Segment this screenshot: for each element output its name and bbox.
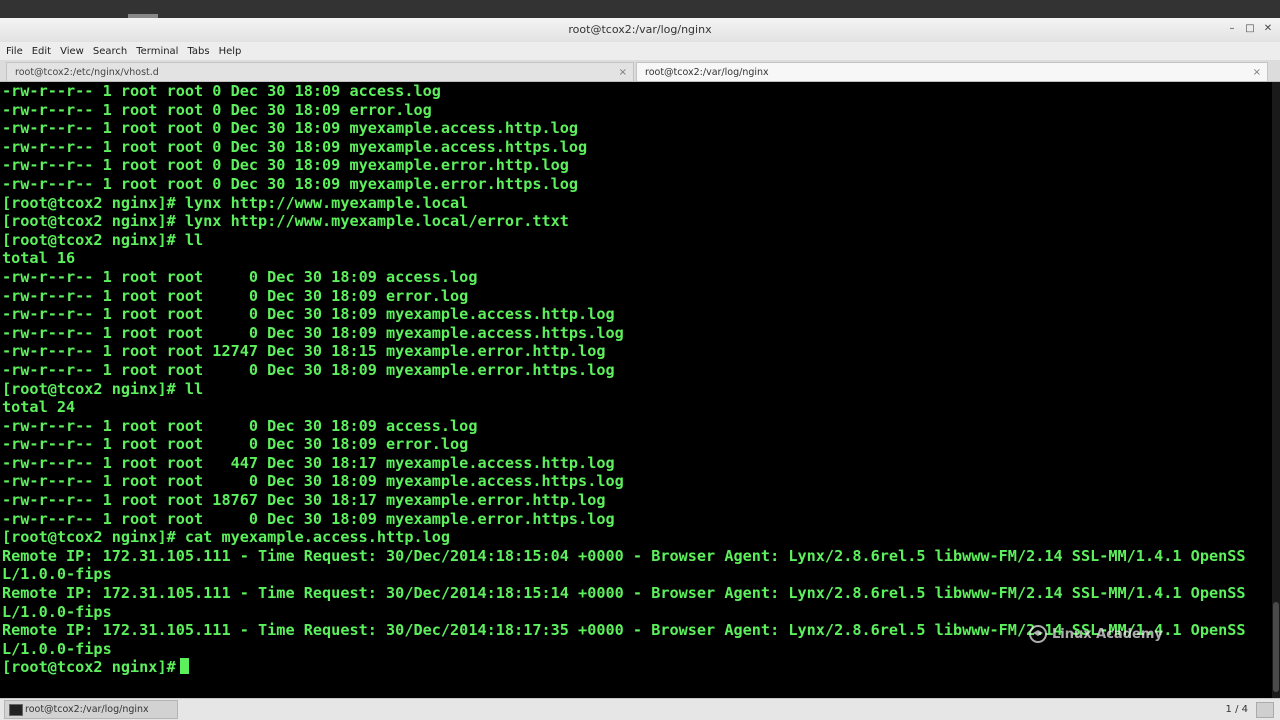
watermark-text: Linux Academy: [1052, 626, 1163, 642]
window-titlebar[interactable]: root@tcox2:/var/log/nginx – □ ✕: [0, 18, 1280, 43]
workspace-indicator[interactable]: 1 / 4: [1226, 699, 1248, 720]
terminal-line: -rw-r--r-- 1 root root 0 Dec 30 18:09 my…: [2, 119, 579, 138]
terminal-line: total 24: [2, 398, 76, 417]
menu-edit[interactable]: Edit: [32, 46, 51, 57]
workspace-switcher[interactable]: [1256, 702, 1274, 718]
terminal-line: -rw-r--r-- 1 root root 0 Dec 30 18:09 ac…: [2, 82, 441, 100]
terminal-line: -rw-r--r-- 1 root root 447 Dec 30 18:17 …: [2, 453, 615, 472]
terminal-line: [root@tcox2 nginx]# ll: [2, 379, 204, 398]
tab-nginx-log[interactable]: root@tcox2:/var/log/nginx ×: [636, 62, 1268, 81]
terminal-line: -rw-r--r-- 1 root root 0 Dec 30 18:09 my…: [2, 137, 588, 156]
menu-view[interactable]: View: [60, 46, 84, 57]
tab-close-icon[interactable]: ×: [619, 63, 627, 82]
close-icon[interactable]: ✕: [1260, 20, 1276, 36]
terminal-line: [root@tcox2 nginx]# lynx http://www.myex…: [2, 193, 469, 212]
terminal-line: -rw-r--r-- 1 root root 0 Dec 30 18:09 er…: [2, 286, 469, 305]
tab-close-icon[interactable]: ×: [1253, 63, 1261, 82]
menu-file[interactable]: File: [6, 46, 23, 57]
maximize-icon[interactable]: □: [1242, 20, 1258, 36]
terminal-line: -rw-r--r-- 1 root root 0 Dec 30 18:09 my…: [2, 156, 569, 175]
taskbar-window-label: root@tcox2:/var/log/nginx: [25, 704, 149, 715]
scrollbar-thumb[interactable]: [1273, 602, 1279, 692]
window-title: root@tcox2:/var/log/nginx: [568, 23, 712, 36]
menu-help[interactable]: Help: [219, 46, 242, 57]
watermark: Linux Academy: [1028, 624, 1163, 644]
terminal-line: Remote IP: 172.31.105.111 - Time Request…: [2, 546, 1246, 565]
bottom-taskbar: root@tcox2:/var/log/nginx 1 / 4: [0, 698, 1280, 720]
taskbar-window-button[interactable]: root@tcox2:/var/log/nginx: [4, 700, 178, 719]
terminal-output[interactable]: -rw-r--r-- 1 root root 0 Dec 30 18:09 ac…: [0, 82, 1272, 698]
text-cursor: [179, 658, 189, 675]
terminal-line: total 16: [2, 249, 76, 268]
tab-label: root@tcox2:/etc/nginx/vhost.d: [15, 67, 159, 78]
tab-bar: root@tcox2:/etc/nginx/vhost.d × root@tco…: [0, 60, 1280, 82]
tab-vhost[interactable]: root@tcox2:/etc/nginx/vhost.d ×: [6, 62, 634, 81]
shell-prompt: [root@tcox2 nginx]#: [2, 658, 176, 677]
terminal-line: -rw-r--r-- 1 root root 0 Dec 30 18:09 my…: [2, 509, 615, 528]
menu-search[interactable]: Search: [93, 46, 127, 57]
terminal-line: Remote IP: 172.31.105.111 - Time Request…: [2, 584, 1246, 603]
terminal-line: -rw-r--r-- 1 root root 0 Dec 30 18:09 my…: [2, 305, 615, 324]
terminal-line: -rw-r--r-- 1 root root 12747 Dec 30 18:1…: [2, 342, 606, 361]
terminal-icon: [9, 704, 23, 716]
terminal-line: -rw-r--r-- 1 root root 0 Dec 30 18:09 my…: [2, 174, 579, 193]
tab-label: root@tcox2:/var/log/nginx: [645, 67, 769, 78]
terminal-line: -rw-r--r-- 1 root root 0 Dec 30 18:09 my…: [2, 323, 624, 342]
minimize-icon[interactable]: –: [1224, 20, 1240, 36]
terminal-prompt-line[interactable]: [root@tcox2 nginx]#: [2, 658, 1246, 677]
linux-academy-logo-icon: [1029, 625, 1047, 643]
terminal-line: -rw-r--r-- 1 root root 0 Dec 30 18:09 my…: [2, 360, 615, 379]
terminal-line: -rw-r--r-- 1 root root 0 Dec 30 18:09 ac…: [2, 416, 478, 435]
terminal-line: [root@tcox2 nginx]# cat myexample.access…: [2, 528, 451, 547]
terminal-line: L/1.0.0-fips: [2, 602, 112, 621]
desktop-screen: root@tcox2:/var/log/nginx – □ ✕ File Edi…: [0, 0, 1280, 720]
terminal-line: -rw-r--r-- 1 root root 0 Dec 30 18:09 er…: [2, 100, 432, 119]
terminal-line: [root@tcox2 nginx]# lynx http://www.myex…: [2, 212, 569, 231]
top-panel-strip: [0, 0, 1280, 18]
terminal-scrollbar[interactable]: [1272, 82, 1280, 698]
menu-tabs[interactable]: Tabs: [187, 46, 209, 57]
menu-terminal[interactable]: Terminal: [136, 46, 178, 57]
terminal-lines: -rw-r--r-- 1 root root 0 Dec 30 18:09 ac…: [2, 82, 1246, 677]
terminal-line: -rw-r--r-- 1 root root 0 Dec 30 18:09 my…: [2, 472, 624, 491]
menu-bar: File Edit View Search Terminal Tabs Help: [0, 42, 1280, 60]
terminal-line: -rw-r--r-- 1 root root 0 Dec 30 18:09 er…: [2, 435, 469, 454]
window-controls: – □ ✕: [1224, 20, 1276, 40]
terminal-line: L/1.0.0-fips: [2, 565, 112, 584]
terminal-line: -rw-r--r-- 1 root root 18767 Dec 30 18:1…: [2, 491, 606, 510]
terminal-line: [root@tcox2 nginx]# ll: [2, 230, 204, 249]
terminal-line: -rw-r--r-- 1 root root 0 Dec 30 18:09 ac…: [2, 267, 478, 286]
